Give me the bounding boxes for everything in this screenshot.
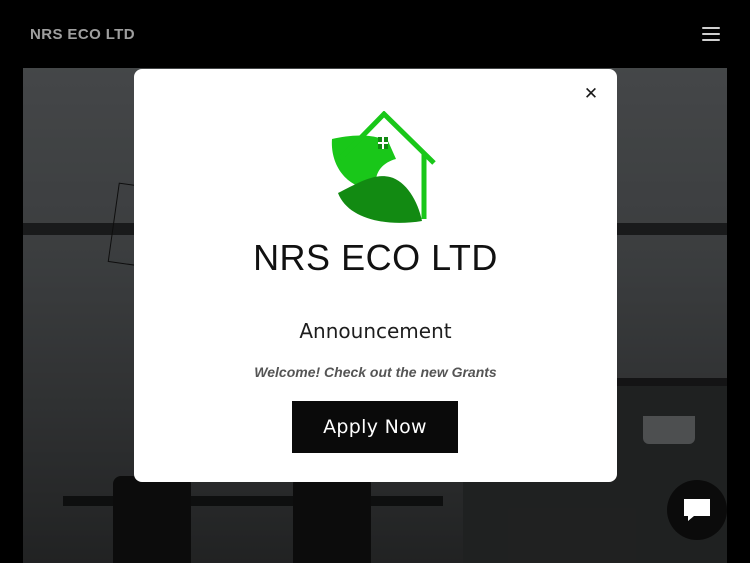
- leaf-house-logo-icon: [331, 111, 436, 223]
- announcement-modal: ✕ NRS ECO LTD Announcement Welcome! Chec…: [134, 69, 617, 482]
- apply-now-button[interactable]: Apply Now: [292, 401, 458, 453]
- chat-bubble-icon: [684, 499, 710, 521]
- hamburger-menu-icon[interactable]: [702, 27, 720, 41]
- close-icon[interactable]: ✕: [583, 86, 599, 103]
- site-title[interactable]: NRS ECO LTD: [30, 26, 135, 43]
- modal-message: Welcome! Check out the new Grants: [254, 364, 497, 380]
- modal-brand-name: NRS ECO LTD: [253, 237, 498, 278]
- site-header: NRS ECO LTD: [0, 0, 750, 68]
- chat-button[interactable]: [667, 480, 727, 540]
- modal-heading: Announcement: [299, 319, 452, 343]
